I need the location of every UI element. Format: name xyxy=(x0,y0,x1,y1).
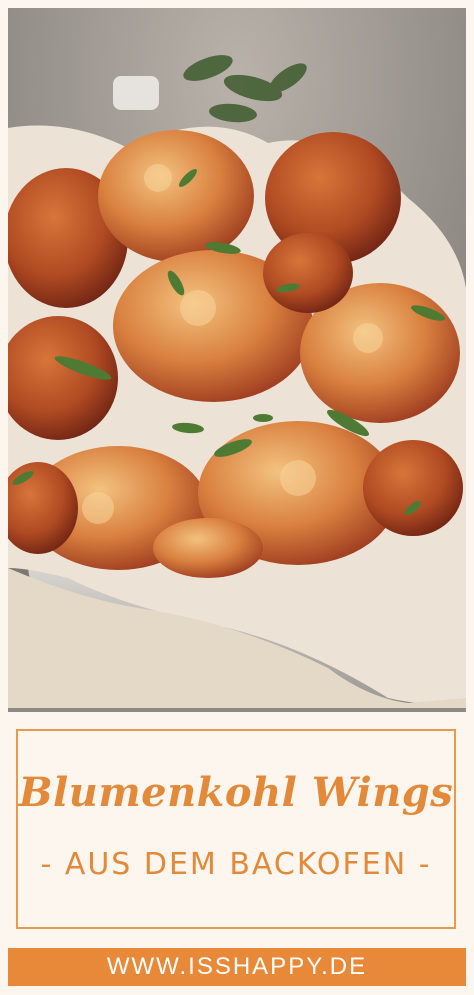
cauliflower-wings-illustration xyxy=(8,8,466,712)
recipe-subtitle: - AUS DEM BACKOFEN - xyxy=(40,847,432,882)
website-url[interactable]: WWW.ISSHAPPY.DE xyxy=(107,953,367,981)
food-photo xyxy=(8,8,466,712)
recipe-title: Blumenkohl Wings xyxy=(18,769,454,816)
title-box: Blumenkohl Wings - AUS DEM BACKOFEN - xyxy=(16,729,456,929)
website-banner[interactable]: WWW.ISSHAPPY.DE xyxy=(8,948,466,986)
